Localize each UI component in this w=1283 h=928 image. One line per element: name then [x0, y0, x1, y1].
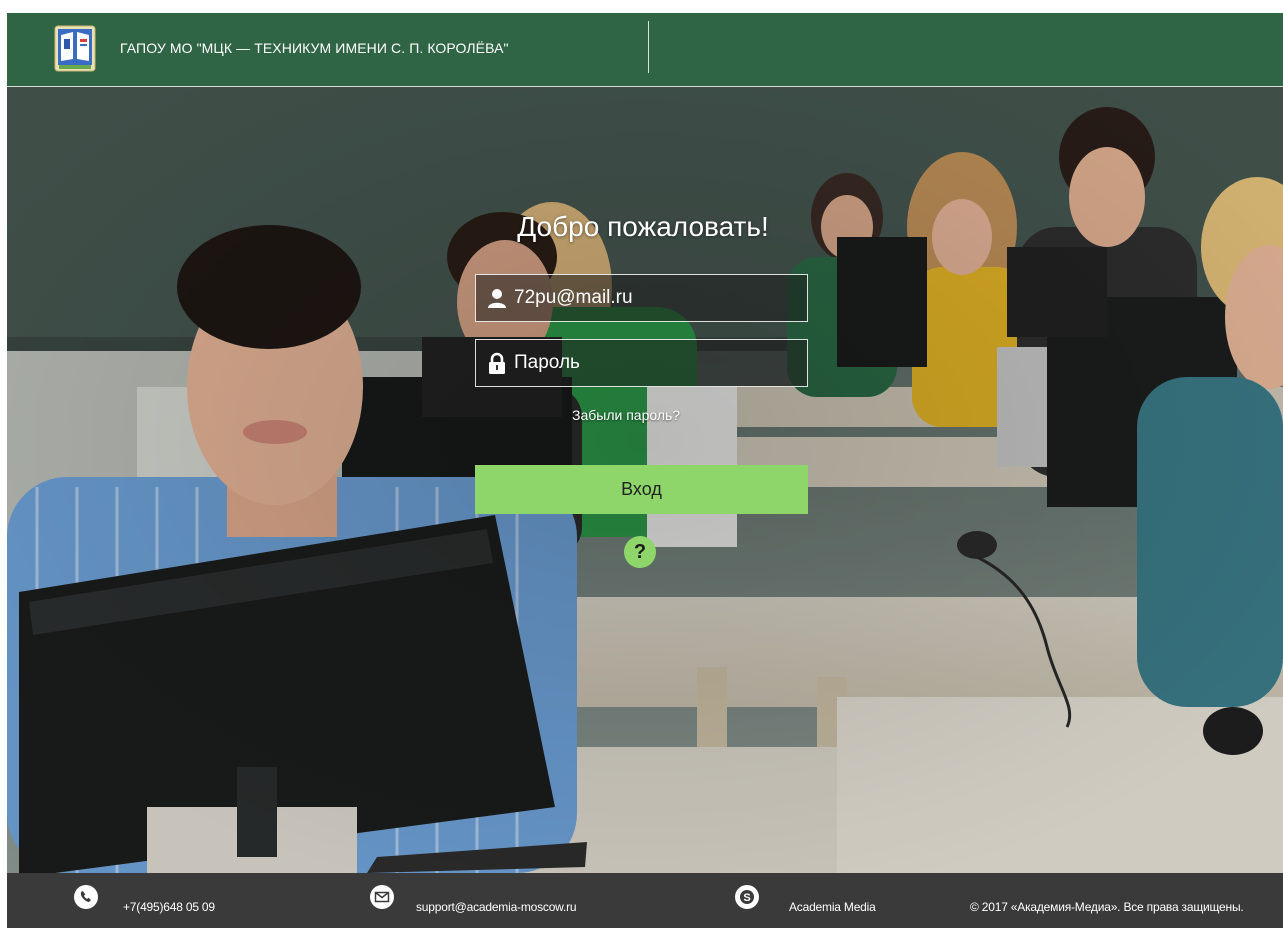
user-icon	[488, 289, 506, 308]
phone-icon	[74, 885, 98, 909]
welcome-heading: Добро пожаловать!	[517, 211, 769, 242]
footer-skype[interactable]: Academia Media	[789, 900, 876, 914]
skype-icon: S	[735, 885, 759, 909]
footer-phone[interactable]: +7(495)648 05 09	[123, 900, 215, 914]
lock-icon	[489, 352, 505, 374]
email-field[interactable]: 72pu@mail.ru	[475, 274, 808, 322]
forgot-password-link[interactable]: Забыли пароль?	[572, 407, 680, 423]
organization-name: ГАПОУ МО "МЦК — ТЕХНИКУМ ИМЕНИ С. П. КОР…	[120, 40, 509, 56]
footer-email[interactable]: support@academia-moscow.ru	[416, 900, 577, 914]
site-header: ГАПОУ МО "МЦК — ТЕХНИКУМ ИМЕНИ С. П. КОР…	[7, 13, 1283, 87]
mail-icon	[370, 885, 394, 909]
svg-text:S: S	[743, 892, 750, 904]
site-footer: +7(495)648 05 09 support@academia-moscow…	[7, 873, 1283, 928]
password-field[interactable]: Пароль	[475, 339, 808, 387]
footer-copyright: © 2017 «Академия-Медиа». Все права защищ…	[970, 900, 1244, 914]
email-value: 72pu@mail.ru	[514, 287, 633, 308]
college-logo	[54, 25, 96, 72]
help-button[interactable]: ?	[624, 536, 656, 568]
login-button[interactable]: Вход	[475, 465, 808, 514]
login-page: ГАПОУ МО "МЦК — ТЕХНИКУМ ИМЕНИ С. П. КОР…	[0, 0, 1283, 928]
header-divider	[648, 21, 649, 73]
password-placeholder: Пароль	[514, 352, 580, 373]
